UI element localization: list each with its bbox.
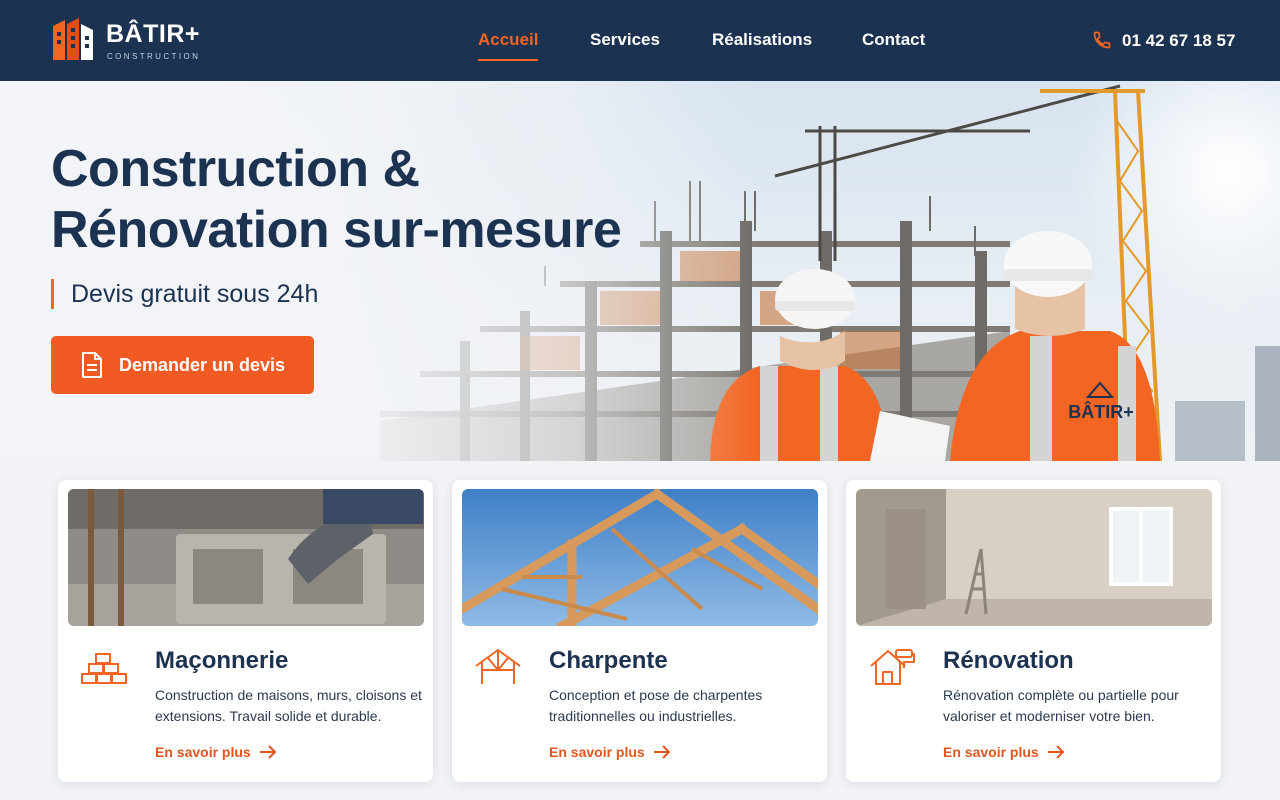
arrow-right-icon [260,745,277,759]
hero-subtitle: Devis gratuit sous 24h [51,279,318,309]
building-logo-icon [53,18,93,60]
brand-logo[interactable]: BÂTIR+ CONSTRUCTION [51,16,221,64]
hero-title: Construction & Rénovation sur-mesure [51,139,622,261]
service-card-charpente: Charpente Conception et pose de charpent… [452,480,827,782]
request-quote-label: Demander un devis [119,355,286,375]
nav-item-contact[interactable]: Contact [862,30,925,50]
learn-more-link-charpente[interactable]: En savoir plus [549,744,671,760]
hero-title-line-2: Rénovation sur-mesure [51,201,622,259]
roof-frame-photo [462,489,818,626]
arrow-right-icon [654,745,671,759]
renovation-photo [856,489,1212,626]
bricks-icon [81,653,127,684]
roof-frame-icon [475,649,521,684]
service-description: Conception et pose de charpentes traditi… [549,687,763,724]
request-quote-button[interactable]: Demander un devis [51,336,314,394]
learn-more-label: En savoir plus [943,744,1039,760]
nav-item-realisations[interactable]: Réalisations [712,30,812,50]
service-description: Construction de maisons, murs, cloisons … [155,687,422,724]
learn-more-label: En savoir plus [549,744,645,760]
service-title: Rénovation [943,647,1074,674]
house-roller-icon [870,649,915,685]
brand-tagline: CONSTRUCTION [107,52,201,61]
hero-title-line-1: Construction & [51,140,420,198]
learn-more-link-maconnerie[interactable]: En savoir plus [155,744,277,760]
learn-more-label: En savoir plus [155,744,251,760]
document-icon [82,352,102,378]
phone-number: 01 42 67 18 57 [1122,31,1236,50]
service-card-renovation: Rénovation Rénovation complète ou partie… [846,480,1221,782]
top-navigation: BÂTIR+ CONSTRUCTION Accueil Services Réa… [0,0,1280,81]
vest-logo-text: BÂTIR+ [1068,401,1134,422]
service-title: Maçonnerie [155,647,289,674]
nav-item-accueil[interactable]: Accueil [478,30,539,61]
hero-section: BÂTIR+ Construction & Rénovation sur-mes… [0,81,1280,461]
phone-icon [1093,31,1111,49]
brand-name: BÂTIR+ [106,20,200,48]
nav-item-services[interactable]: Services [590,30,660,50]
masonry-photo [68,489,424,626]
arrow-right-icon [1048,745,1065,759]
hero-text-backdrop [0,81,760,461]
learn-more-link-renovation[interactable]: En savoir plus [943,744,1065,760]
service-card-maconnerie: Maçonnerie Construction de maisons, murs… [58,480,433,782]
service-title: Charpente [549,647,668,674]
service-description: Rénovation complète ou partielle pour va… [943,687,1179,724]
